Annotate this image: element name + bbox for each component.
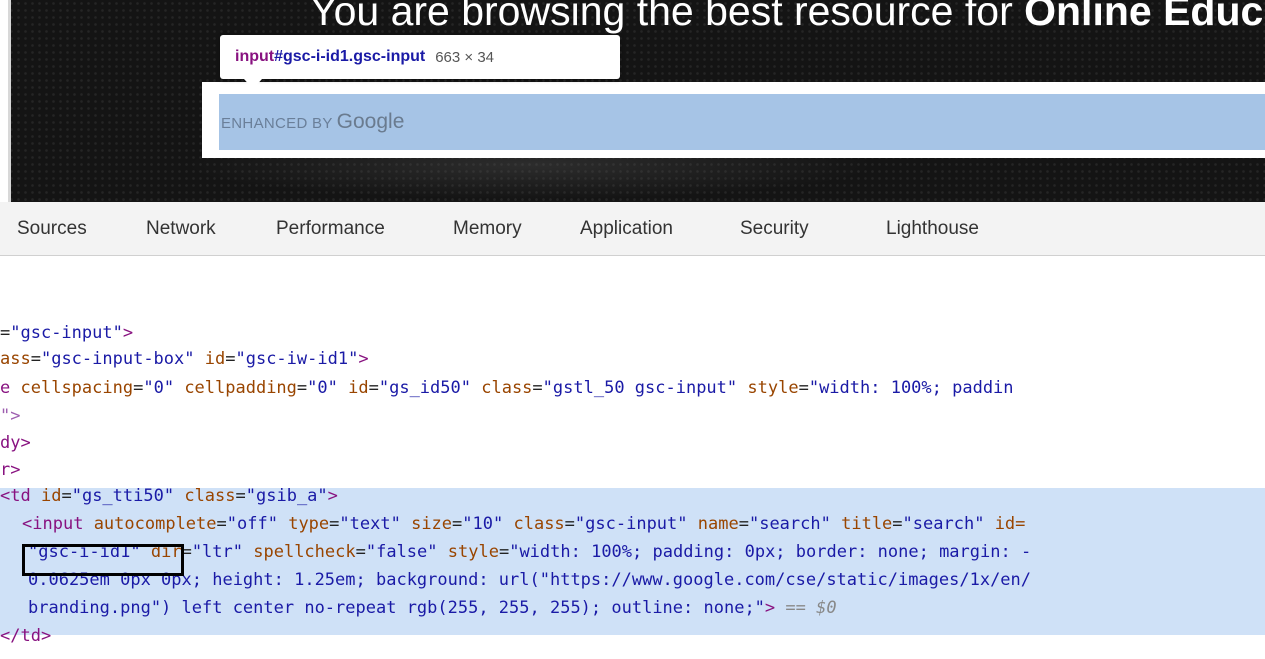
elements-panel: ="gsc-input"> ass="gsc-input-box" id="gs… bbox=[0, 256, 1265, 659]
devtools-tab-bar: Sources Network Performance Memory Appli… bbox=[0, 202, 1265, 256]
selected-input-node[interactable]: <input autocomplete="off" type="text" si… bbox=[22, 509, 1025, 539]
tab-network[interactable]: Network bbox=[146, 218, 216, 240]
dom-node-line[interactable]: </td> bbox=[0, 621, 51, 651]
element-inspect-tooltip: input #gsc-i-id1.gsc-input 663 × 34 bbox=[220, 35, 620, 79]
search-input[interactable]: ENHANCED BY Google bbox=[219, 94, 1265, 150]
tab-sources[interactable]: Sources bbox=[17, 218, 87, 240]
dom-node-line[interactable]: ass="gsc-input-box" id="gsc-iw-id1"> bbox=[0, 344, 369, 374]
tab-memory[interactable]: Memory bbox=[453, 218, 522, 240]
tab-performance[interactable]: Performance bbox=[276, 218, 385, 240]
selected-input-node-cont[interactable]: branding.png") left center no-repeat rgb… bbox=[28, 593, 837, 623]
highlight-box bbox=[22, 544, 184, 576]
google-branding: ENHANCED BY Google bbox=[221, 110, 404, 134]
dom-node-line[interactable]: dy> bbox=[0, 428, 31, 458]
tab-security[interactable]: Security bbox=[740, 218, 809, 240]
dom-node-line[interactable]: e cellspacing="0" cellpadding="0" id="gs… bbox=[0, 373, 1014, 403]
left-edge-strip bbox=[8, 0, 11, 202]
clipped-line bbox=[0, 256, 440, 262]
tab-application[interactable]: Application bbox=[580, 218, 673, 240]
tooltip-dimensions: 663 × 34 bbox=[435, 48, 495, 66]
tooltip-tag: input bbox=[235, 48, 275, 65]
console-ref: == $0 bbox=[785, 598, 837, 618]
left-edge bbox=[0, 0, 8, 202]
google-logo-text: Google bbox=[336, 110, 405, 133]
tooltip-arrow bbox=[244, 79, 262, 89]
headline-text: You are browsing the best resource for bbox=[310, 0, 1025, 34]
dom-node-line[interactable]: "> bbox=[0, 401, 20, 431]
site-headline: You are browsing the best resource for O… bbox=[310, 0, 1263, 35]
tab-lighthouse[interactable]: Lighthouse bbox=[886, 218, 979, 240]
headline-bold-text: Online Educ bbox=[1024, 0, 1264, 34]
dom-node-line[interactable]: <td id="gs_tti50" class="gsib_a"> bbox=[0, 481, 338, 511]
tooltip-selector: #gsc-i-id1.gsc-input bbox=[274, 48, 426, 65]
branding-enhanced-label: ENHANCED BY bbox=[221, 115, 333, 132]
